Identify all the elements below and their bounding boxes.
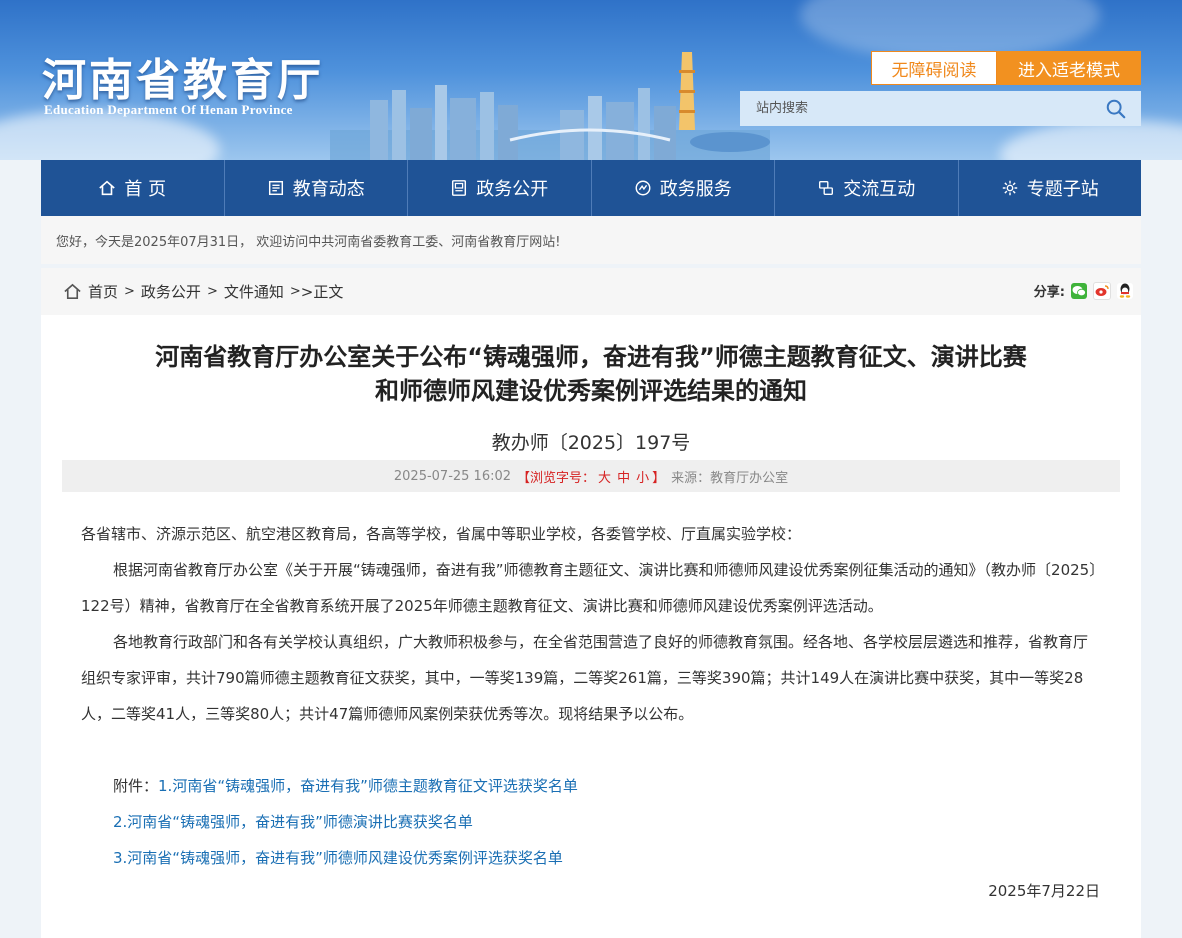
document-icon <box>452 180 467 196</box>
share-bar: 分享: <box>1034 281 1133 300</box>
qq-share-icon[interactable] <box>1117 282 1133 299</box>
font-size-control: 【浏览字号：大中小】 <box>517 467 665 486</box>
attachment-list: 附件：1.河南省“铸魂强师，奋进有我”师德主题教育征文评选获奖名单 2.河南省“… <box>113 768 578 876</box>
site-search <box>740 91 1141 126</box>
publish-datetime: 2025-07-25 16:02 <box>393 468 512 484</box>
breadcrumb-separator: > <box>124 284 135 299</box>
breadcrumb-link-government-affairs[interactable]: 政务公开 <box>141 281 201 302</box>
font-size-label-close: 】 <box>652 470 666 486</box>
accessibility-reading-button[interactable]: 无障碍阅读 <box>871 51 997 85</box>
article-paragraph: 各地教育行政部门和各有关学校认真组织，广大教师积极参与，在全省范围营造了良好的师… <box>81 633 1089 723</box>
nav-item-topic-sites[interactable]: 专题子站 <box>959 160 1142 216</box>
article-salutation: 各省辖市、济源示范区、航空港区教育局，各高等学校，省属中等职业学校，各委管学校、… <box>81 525 802 543</box>
font-size-large-button[interactable]: 大 <box>595 471 614 486</box>
news-icon <box>268 180 283 196</box>
article-source: 来源：教育厅办公室 <box>671 470 789 486</box>
article-paragraph: 根据河南省教育厅办公室《关于开展“铸魂强师，奋进有我”师德教育主题征文、演讲比赛… <box>81 561 1097 615</box>
nav-item-education-news[interactable]: 教育动态 <box>225 160 408 216</box>
search-input[interactable] <box>740 91 1106 126</box>
interaction-icon <box>819 181 834 195</box>
wechat-share-icon[interactable] <box>1071 282 1087 299</box>
breadcrumb-separator: > <box>206 284 218 299</box>
attachment-link-3[interactable]: 3.河南省“铸魂强师，奋进有我”师德师风建设优秀案例评选获奖名单 <box>113 849 563 867</box>
article-title-line2: 和师德师风建设优秀案例评选结果的通知 <box>375 377 807 405</box>
nav-item-label: 专题子站 <box>1026 179 1099 200</box>
nav-item-government-affairs[interactable]: 政务公开 <box>408 160 592 216</box>
home-icon <box>64 283 81 299</box>
service-icon <box>635 180 651 196</box>
site-logo-subtitle: Education Department Of Henan Province <box>44 102 293 117</box>
nav-item-label: 教育动态 <box>292 179 365 200</box>
nav-item-label: 交流互动 <box>843 179 916 200</box>
attachment-link-1[interactable]: 1.河南省“铸魂强师，奋进有我”师德主题教育征文评选获奖名单 <box>158 777 578 795</box>
article-panel: 首页 > 政务公开 > 文件通知 > >正文 分享: 河南省教育厅办公室关于公布… <box>41 268 1141 938</box>
share-label: 分享: <box>1033 285 1065 300</box>
breadcrumb-separator: > <box>289 284 301 299</box>
font-size-small-button[interactable]: 小 <box>633 471 652 486</box>
breadcrumb-link-notices[interactable]: 文件通知 <box>224 281 284 302</box>
article-title: 河南省教育厅办公室关于公布“铸魂强师，奋进有我”师德主题教育征文、演讲比赛 和师… <box>41 340 1141 408</box>
topic-icon <box>1002 180 1017 196</box>
font-size-medium-button[interactable]: 中 <box>614 471 633 486</box>
city-skyline-image <box>330 52 770 160</box>
article-body: 各省辖市、济源示范区、航空港区教育局，各高等学校，省属中等职业学校，各委管学校、… <box>81 516 1101 732</box>
site-header: 河南省教育厅 Education Department Of Henan Pro… <box>0 0 1182 160</box>
nav-item-label: 政务公开 <box>476 179 549 200</box>
nav-item-home[interactable]: 首 页 <box>41 160 225 216</box>
article-meta: 2025-07-25 16:02 【浏览字号：大中小】 来源：教育厅办公室 <box>62 460 1120 492</box>
nav-item-interaction[interactable]: 交流互动 <box>775 160 959 216</box>
site-logo-title: 河南省教育厅 <box>42 55 324 106</box>
article-sign-date: 2025年7月22日 <box>988 882 1100 900</box>
nav-item-label: 政务服务 <box>659 179 732 200</box>
nav-item-government-services[interactable]: 政务服务 <box>592 160 775 216</box>
font-size-label: 【浏览字号： <box>517 470 596 486</box>
attachment-link-2[interactable]: 2.河南省“铸魂强师，奋进有我”师德演讲比赛获奖名单 <box>113 813 473 831</box>
nav-item-label: 首 页 <box>124 179 167 200</box>
welcome-bar: 您好，今天是2025年07月31日， 欢迎访问中共河南省委教育工委、河南省教育厅… <box>41 216 1141 264</box>
elder-mode-button[interactable]: 进入适老模式 <box>997 51 1141 85</box>
breadcrumb-bar: 首页 > 政务公开 > 文件通知 > >正文 分享: <box>41 268 1141 315</box>
home-icon <box>99 180 116 196</box>
search-icon[interactable] <box>1105 98 1127 120</box>
weibo-share-icon[interactable] <box>1093 281 1111 300</box>
attachment-label: 附件： <box>113 777 159 795</box>
breadcrumb-current: >正文 <box>300 283 344 301</box>
main-nav: 首 页 教育动态 政务公开 政务服务 交流互动 专题子站 <box>41 160 1141 216</box>
breadcrumb-link-home[interactable]: 首页 <box>88 281 118 302</box>
document-number: 教办师〔2025〕197号 <box>491 432 691 454</box>
article-title-line1: 河南省教育厅办公室关于公布“铸魂强师，奋进有我”师德主题教育征文、演讲比赛 <box>155 343 1027 371</box>
breadcrumb: 首页 > 政务公开 > 文件通知 > >正文 <box>63 281 343 302</box>
